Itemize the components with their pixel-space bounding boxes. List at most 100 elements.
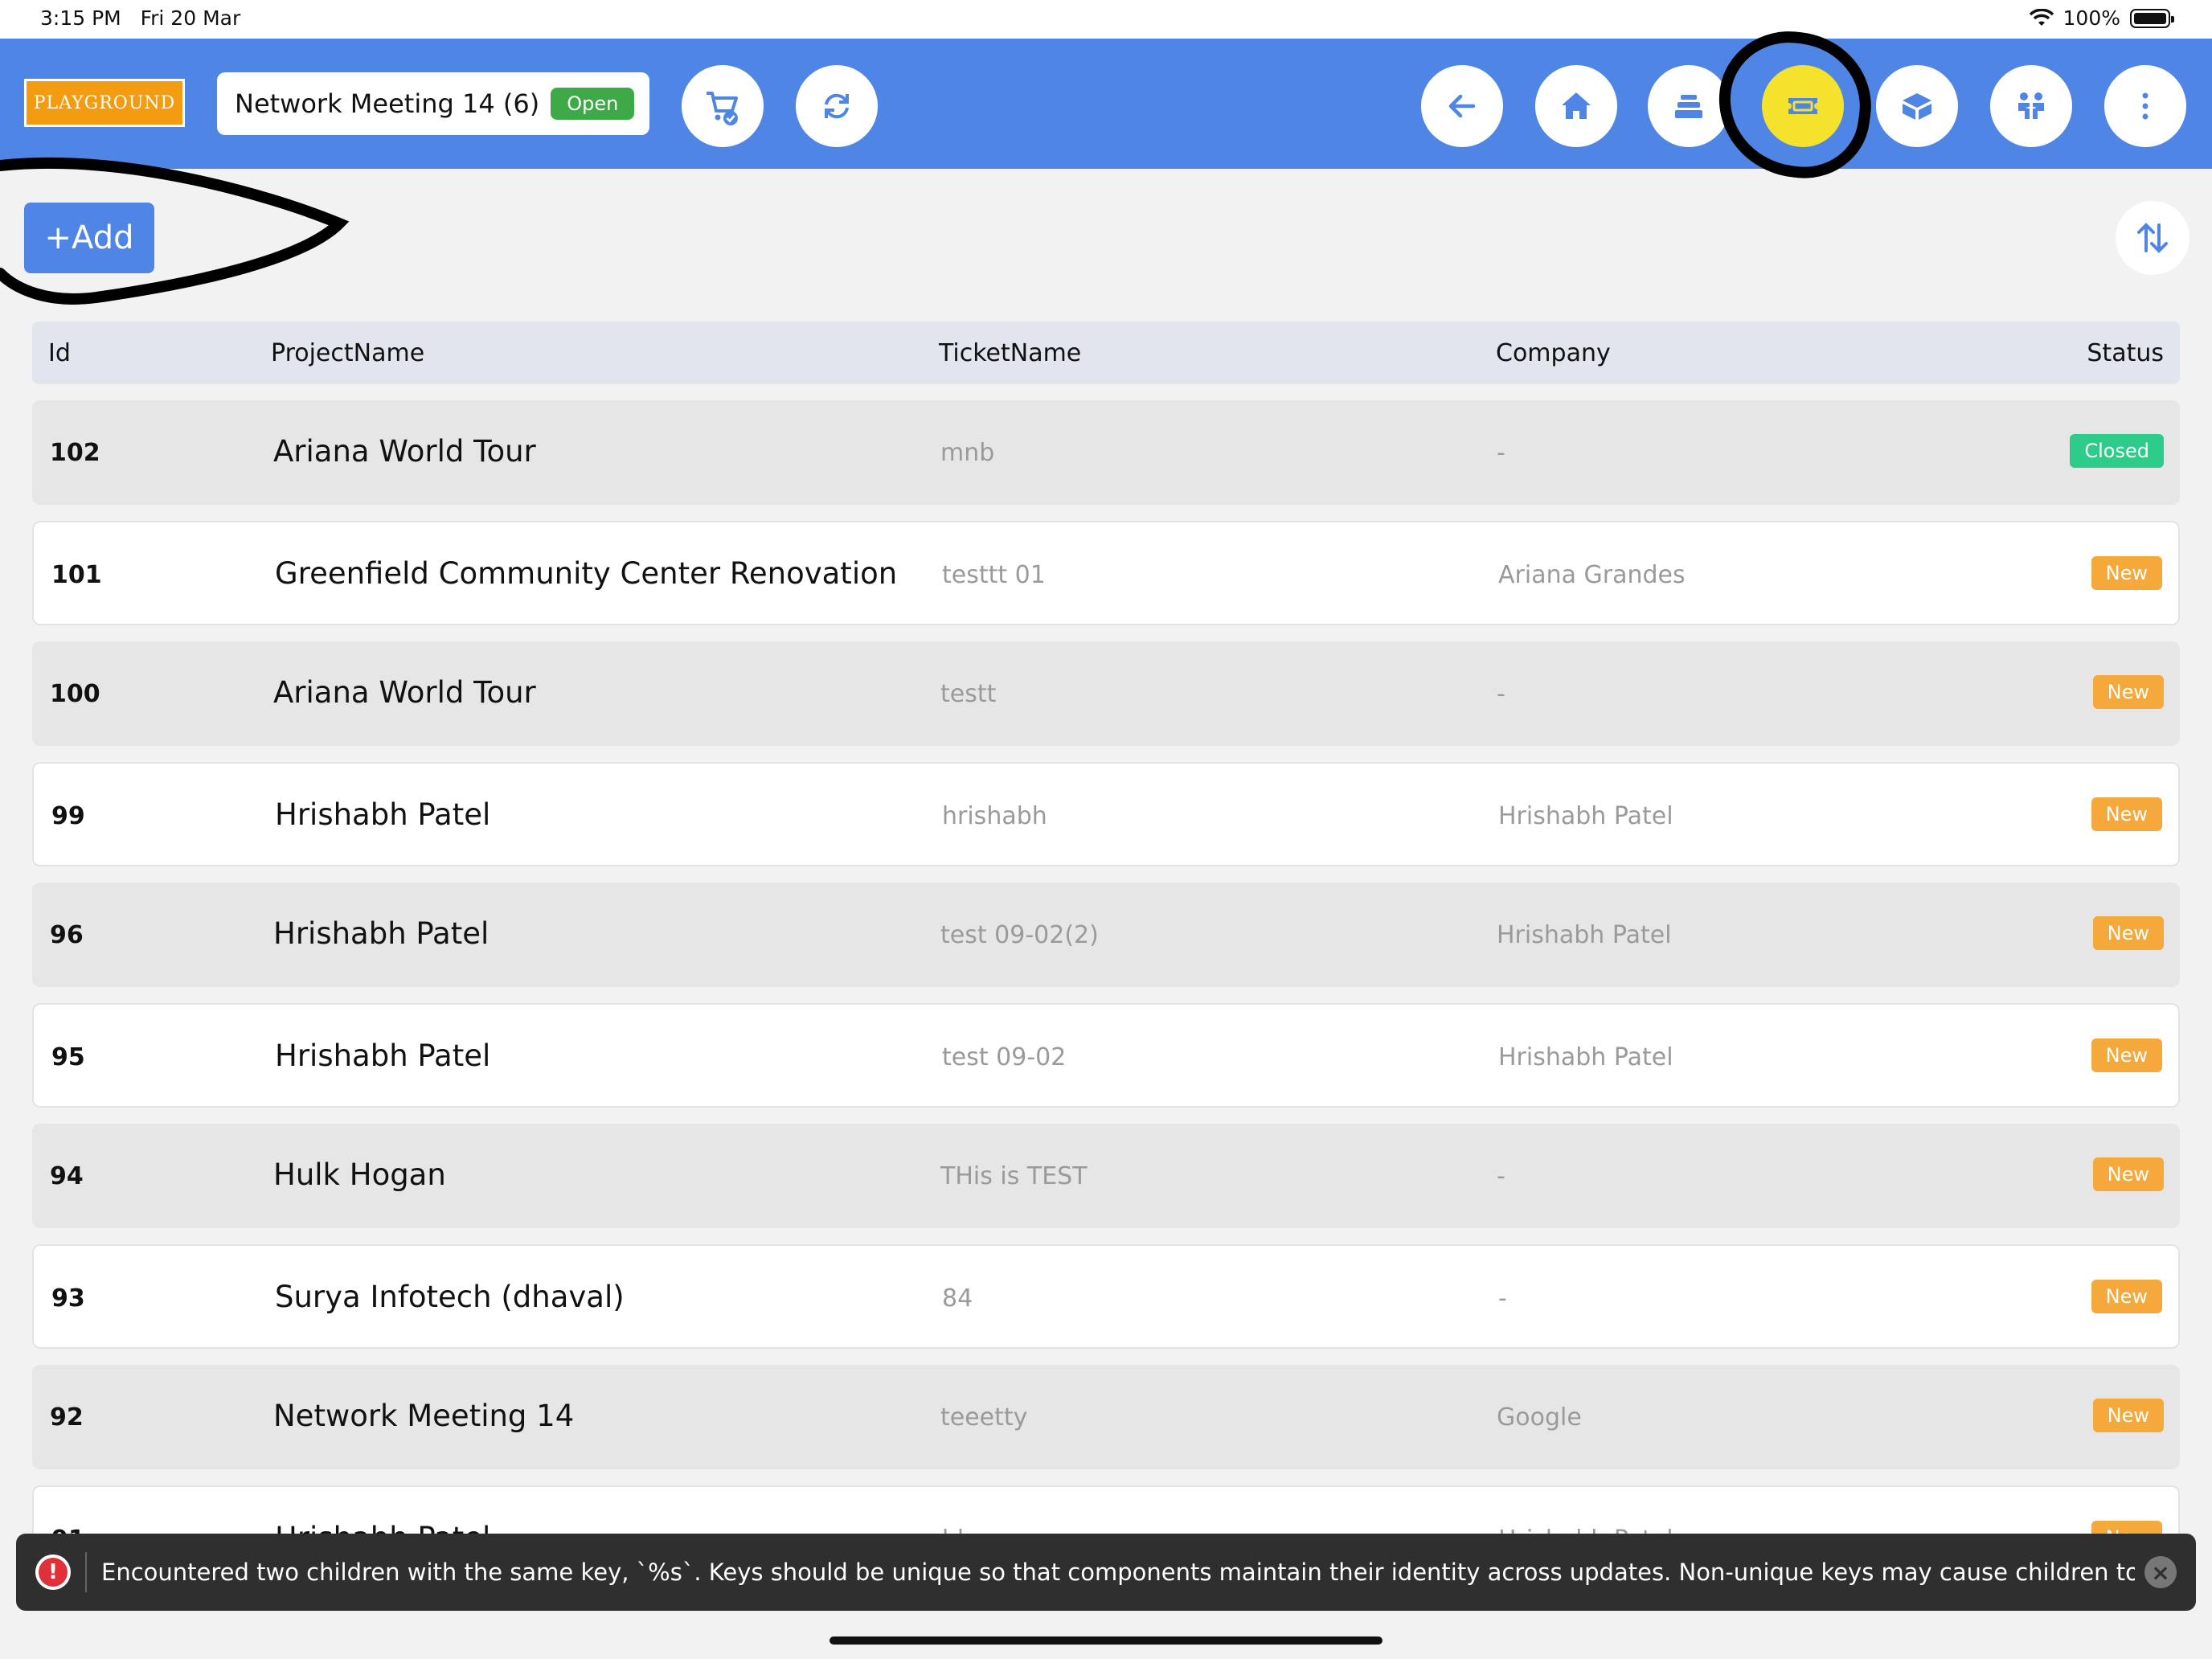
table-row[interactable]: 102 Ariana World Tour mnb - Closed <box>32 400 2180 505</box>
home-indicator[interactable] <box>830 1636 1382 1645</box>
table-row[interactable]: 95 Hrishabh Patel test 09-02 Hrishabh Pa… <box>32 1003 2180 1108</box>
table-header: Id ProjectName TicketName Company Status <box>32 322 2180 384</box>
refresh-button[interactable] <box>796 65 878 147</box>
row-project: Ariana World Tour <box>273 675 536 710</box>
row-company: Hrishabh Patel <box>1497 921 1672 949</box>
row-company: - <box>1497 1162 1505 1190</box>
row-ticket: teeetty <box>940 1403 1028 1432</box>
sort-icon <box>2137 223 2168 253</box>
row-id: 102 <box>50 439 100 467</box>
home-icon <box>1562 92 1591 119</box>
status-badge: New <box>2092 1157 2164 1191</box>
status-date-text: Fri 20 Mar <box>140 6 241 30</box>
row-id: 99 <box>51 802 85 830</box>
column-header-company[interactable]: Company <box>1496 339 1611 367</box>
back-button[interactable] <box>1421 65 1503 147</box>
row-company: - <box>1497 439 1505 467</box>
row-id: 94 <box>50 1162 84 1190</box>
battery-percent: 100% <box>2062 6 2120 30</box>
status-badge: New <box>2091 1280 2162 1313</box>
status-badge: New <box>2091 556 2162 590</box>
table-row[interactable]: 93 Surya Infotech (dhaval) 84 - New <box>32 1244 2180 1349</box>
row-ticket: 84 <box>942 1284 973 1313</box>
team-icon <box>2018 92 2044 119</box>
row-ticket: THis is TEST <box>940 1162 1088 1190</box>
status-badge: New <box>2091 1038 2162 1072</box>
row-ticket: hh <box>942 1526 973 1534</box>
team-button[interactable] <box>1990 65 2072 147</box>
table-row[interactable]: 92 Network Meeting 14 teeetty Google New <box>32 1365 2180 1469</box>
row-id: 92 <box>50 1403 84 1432</box>
error-toast[interactable]: ! Encountered two children with the same… <box>16 1534 2196 1611</box>
row-company: - <box>1498 1284 1507 1313</box>
row-id: 100 <box>50 680 100 708</box>
toast-divider <box>85 1552 87 1592</box>
meeting-selector[interactable]: Network Meeting 14 (6) Open <box>217 72 649 135</box>
table-row[interactable]: 99 Hrishabh Patel hrishabh Hrishabh Pate… <box>32 762 2180 866</box>
wifi-icon <box>2029 8 2054 26</box>
back-arrow-icon <box>1448 94 1476 118</box>
row-project: Surya Infotech (dhaval) <box>275 1280 625 1314</box>
row-company: Ariana Grandes <box>1498 561 1686 589</box>
status-badge: New <box>2092 675 2164 709</box>
row-company: Hrishabh Patel <box>1498 1526 1673 1534</box>
cart-button[interactable] <box>682 65 764 147</box>
ticket-list: 102 Ariana World Tour mnb - Closed 101 G… <box>32 400 2180 1534</box>
status-time: 3:15 PM Fri 20 Mar <box>40 6 240 30</box>
status-badge: New <box>2092 1399 2164 1432</box>
close-icon[interactable]: × <box>2144 1556 2177 1588</box>
status-badge: New <box>2092 916 2164 950</box>
row-company: Hrishabh Patel <box>1498 1043 1673 1071</box>
row-project: Hrishabh Patel <box>275 1521 490 1534</box>
row-ticket: test 09-02(2) <box>940 921 1099 949</box>
add-button[interactable]: +Add <box>24 203 154 273</box>
table-row[interactable]: 101 Greenfield Community Center Renovati… <box>32 521 2180 625</box>
error-icon: ! <box>35 1555 71 1590</box>
status-right: 100% <box>2029 6 2174 30</box>
row-company: - <box>1497 680 1505 708</box>
row-project: Greenfield Community Center Renovation <box>275 556 898 591</box>
status-badge: New <box>2091 797 2162 831</box>
table-row[interactable]: 91 Hrishabh Patel hh Hrishabh Patel New <box>32 1485 2180 1534</box>
table-row[interactable]: 94 Hulk Hogan THis is TEST - New <box>32 1124 2180 1228</box>
row-project: Ariana World Tour <box>273 434 536 469</box>
column-header-status[interactable]: Status <box>2087 339 2164 367</box>
column-header-project[interactable]: ProjectName <box>271 339 424 367</box>
more-vertical-icon <box>2142 92 2149 120</box>
battery-icon <box>2130 8 2174 28</box>
row-company: Hrishabh Patel <box>1498 802 1673 830</box>
table-row[interactable]: 100 Ariana World Tour testt - New <box>32 641 2180 746</box>
row-project: Hulk Hogan <box>273 1157 446 1192</box>
refresh-icon <box>825 93 849 119</box>
stack-icon <box>1675 95 1702 118</box>
box-button[interactable] <box>1876 65 1958 147</box>
row-project: Hrishabh Patel <box>273 916 490 951</box>
sort-button[interactable] <box>2116 201 2189 275</box>
row-project: Hrishabh Patel <box>275 797 491 832</box>
more-button[interactable] <box>2104 65 2186 147</box>
row-id: 91 <box>51 1526 85 1534</box>
toast-message: Encountered two children with the same k… <box>101 1559 2135 1586</box>
stack-button[interactable] <box>1648 65 1730 147</box>
status-badge: New <box>2091 1521 2162 1534</box>
row-id: 95 <box>51 1043 85 1071</box>
row-project: Network Meeting 14 <box>273 1399 575 1433</box>
row-ticket: testtt 01 <box>942 561 1046 589</box>
cart-check-icon <box>707 92 738 125</box>
table-row[interactable]: 96 Hrishabh Patel test 09-02(2) Hrishabh… <box>32 883 2180 987</box>
row-ticket: testt <box>940 680 997 708</box>
column-header-id[interactable]: Id <box>48 339 71 367</box>
row-id: 101 <box>51 561 102 589</box>
row-ticket: test 09-02 <box>942 1043 1067 1071</box>
row-ticket: mnb <box>940 439 995 467</box>
row-ticket: hrishabh <box>942 802 1047 830</box>
column-header-ticket[interactable]: TicketName <box>939 339 1081 367</box>
row-project: Hrishabh Patel <box>275 1038 491 1073</box>
meeting-title: Network Meeting 14 (6) <box>235 88 540 119</box>
home-button[interactable] <box>1535 65 1617 147</box>
row-company: Google <box>1497 1403 1582 1432</box>
status-time-text: 3:15 PM <box>40 6 121 30</box>
meeting-status-badge: Open <box>551 88 635 120</box>
status-bar: 3:15 PM Fri 20 Mar 100% <box>0 0 2212 39</box>
app-logo: PLAYGROUND <box>24 79 185 127</box>
